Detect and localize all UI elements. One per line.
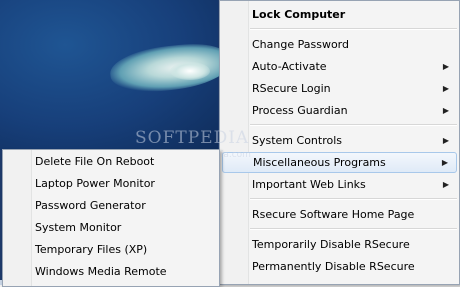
menu-item-label: RSecure Login [252, 82, 331, 95]
submenu-arrow-icon: ▶ [442, 106, 449, 115]
submenu-arrow-icon: ▶ [441, 158, 448, 167]
menu-item-permanently-disable[interactable]: Permanently Disable RSecure [222, 256, 457, 277]
submenu-item-temporary-files[interactable]: Temporary Files (XP) [5, 239, 217, 260]
submenu-arrow-icon: ▶ [442, 136, 449, 145]
menu-item-change-password[interactable]: Change Password [222, 34, 457, 55]
submenu-item-delete-file-on-reboot[interactable]: Delete File On Reboot [5, 151, 217, 172]
menu-item-label: System Monitor [35, 221, 122, 234]
menu-item-system-controls[interactable]: System Controls ▶ [222, 130, 457, 151]
menu-item-label: Laptop Power Monitor [35, 177, 155, 190]
menu-item-label: Delete File On Reboot [35, 155, 155, 168]
menu-item-label: Permanently Disable RSecure [252, 260, 415, 273]
menu-item-label: Auto-Activate [252, 60, 327, 73]
submenu-item-password-generator[interactable]: Password Generator [5, 195, 217, 216]
rsecure-context-menu: Lock Computer Change Password Auto-Activ… [219, 0, 460, 285]
menu-item-temporarily-disable[interactable]: Temporarily Disable RSecure [222, 234, 457, 255]
menu-separator [250, 28, 457, 30]
miscellaneous-programs-submenu: Delete File On Reboot Laptop Power Monit… [2, 149, 220, 287]
menu-item-label: Temporarily Disable RSecure [252, 238, 410, 251]
menu-item-label: Change Password [252, 38, 349, 51]
menu-item-rsecure-login[interactable]: RSecure Login ▶ [222, 78, 457, 99]
menu-item-label: Miscellaneous Programs [253, 156, 386, 169]
submenu-item-laptop-power-monitor[interactable]: Laptop Power Monitor [5, 173, 217, 194]
wallpaper-reef-highlight [170, 62, 210, 80]
menu-item-auto-activate[interactable]: Auto-Activate ▶ [222, 56, 457, 77]
submenu-arrow-icon: ▶ [442, 180, 449, 189]
menu-item-label: Windows Media Remote [35, 265, 167, 278]
wallpaper-image [0, 0, 232, 150]
submenu-item-system-monitor[interactable]: System Monitor [5, 217, 217, 238]
menu-item-lock-computer[interactable]: Lock Computer [222, 4, 457, 25]
submenu-item-windows-media-remote[interactable]: Windows Media Remote [5, 261, 217, 282]
menu-item-label: Process Guardian [252, 104, 348, 117]
menu-item-process-guardian[interactable]: Process Guardian ▶ [222, 100, 457, 121]
menu-item-home-page[interactable]: Rsecure Software Home Page [222, 204, 457, 225]
submenu-arrow-icon: ▶ [442, 84, 449, 93]
menu-item-label: Rsecure Software Home Page [252, 208, 415, 221]
menu-item-label: Lock Computer [252, 8, 346, 21]
menu-separator [250, 124, 457, 126]
menu-item-label: Temporary Files (XP) [35, 243, 148, 256]
menu-item-label: System Controls [252, 134, 343, 147]
menu-item-miscellaneous-programs[interactable]: Miscellaneous Programs ▶ [222, 152, 457, 173]
menu-item-label: Important Web Links [252, 178, 366, 191]
menu-item-label: Password Generator [35, 199, 146, 212]
menu-separator [250, 198, 457, 200]
menu-item-important-web-links[interactable]: Important Web Links ▶ [222, 174, 457, 195]
menu-separator [250, 228, 457, 230]
submenu-arrow-icon: ▶ [442, 62, 449, 71]
